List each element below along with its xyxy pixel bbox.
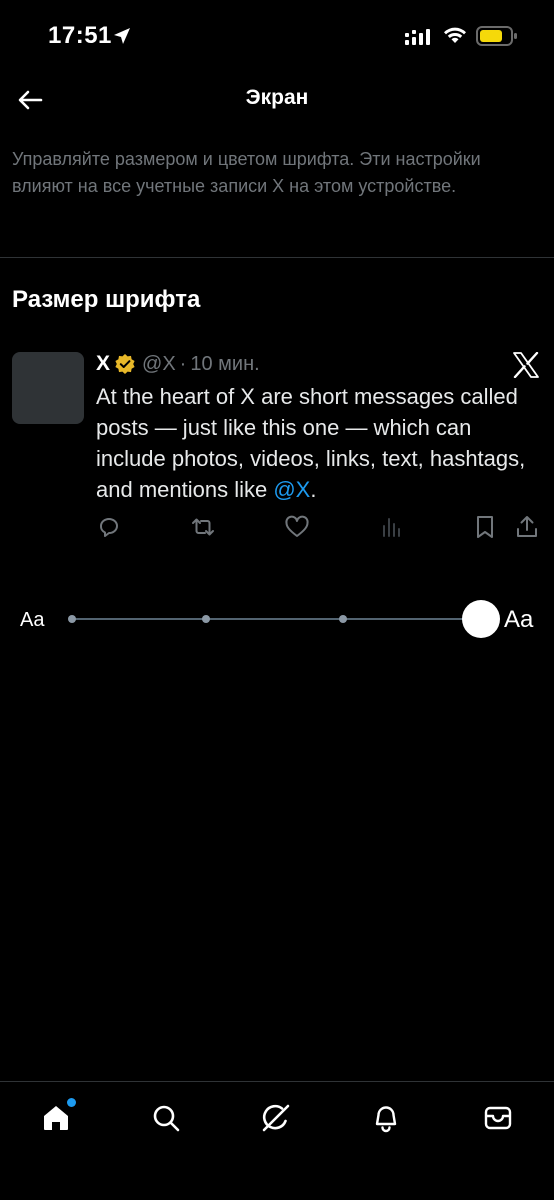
share-icon[interactable] xyxy=(514,514,540,540)
post-handle: @X xyxy=(142,352,176,375)
font-size-section-title: Размер шрифта xyxy=(12,286,201,313)
home-icon xyxy=(44,1106,68,1130)
x-logo-icon xyxy=(513,352,539,378)
post-actions xyxy=(0,514,554,542)
slider-track[interactable] xyxy=(72,618,480,620)
tab-search[interactable] xyxy=(148,1100,184,1136)
reply-icon[interactable] xyxy=(96,514,122,540)
settings-description: Управляйте размером и цветом шрифта. Эти… xyxy=(12,149,481,196)
verified-badge-icon xyxy=(115,354,135,374)
slider-stop[interactable] xyxy=(339,615,347,623)
post-text: At the heart of X are short messages cal… xyxy=(96,381,542,505)
repost-icon[interactable] xyxy=(190,514,216,540)
search-icon xyxy=(153,1105,180,1132)
tab-home[interactable] xyxy=(38,1098,76,1136)
header: Экран xyxy=(0,72,554,128)
messages-icon xyxy=(484,1106,512,1130)
slider-min-label: Aa xyxy=(20,609,45,631)
display-settings-screen: 17:51 Экран Управляйте размером и цветом… xyxy=(0,0,554,1200)
location-arrow-icon xyxy=(114,28,130,44)
cellular-signal-icon xyxy=(405,29,430,45)
status-bar: 17:51 xyxy=(0,0,554,72)
status-time: 17:51 xyxy=(48,22,112,49)
slider-stop[interactable] xyxy=(68,615,76,623)
notifications-icon xyxy=(375,1106,397,1133)
grok-icon xyxy=(262,1104,290,1132)
post-timestamp: 10 мин. xyxy=(190,352,260,375)
like-icon[interactable] xyxy=(284,514,310,540)
avatar xyxy=(12,352,84,424)
slider-thumb[interactable] xyxy=(462,600,500,638)
tab-messages[interactable] xyxy=(480,1100,516,1136)
font-size-slider: Aa Aa xyxy=(0,596,554,644)
bookmark-icon[interactable] xyxy=(472,514,498,540)
post-header: X @X · 10 мин. xyxy=(96,350,260,378)
wifi-icon xyxy=(444,27,466,43)
post-separator: · xyxy=(179,352,187,375)
slider-max-label: Aa xyxy=(504,606,534,633)
battery-icon xyxy=(476,26,517,46)
divider xyxy=(0,257,554,258)
bottom-tab-bar xyxy=(0,1081,554,1200)
post-author-name: X xyxy=(96,352,111,375)
mention-link[interactable]: @X xyxy=(273,477,310,502)
post-body-end: . xyxy=(310,477,317,502)
page-title: Экран xyxy=(245,86,309,109)
tab-grok[interactable] xyxy=(258,1100,294,1136)
views-icon[interactable] xyxy=(378,514,404,540)
tab-notifications[interactable] xyxy=(368,1100,404,1136)
slider-stop[interactable] xyxy=(202,615,210,623)
new-content-dot xyxy=(67,1098,76,1107)
